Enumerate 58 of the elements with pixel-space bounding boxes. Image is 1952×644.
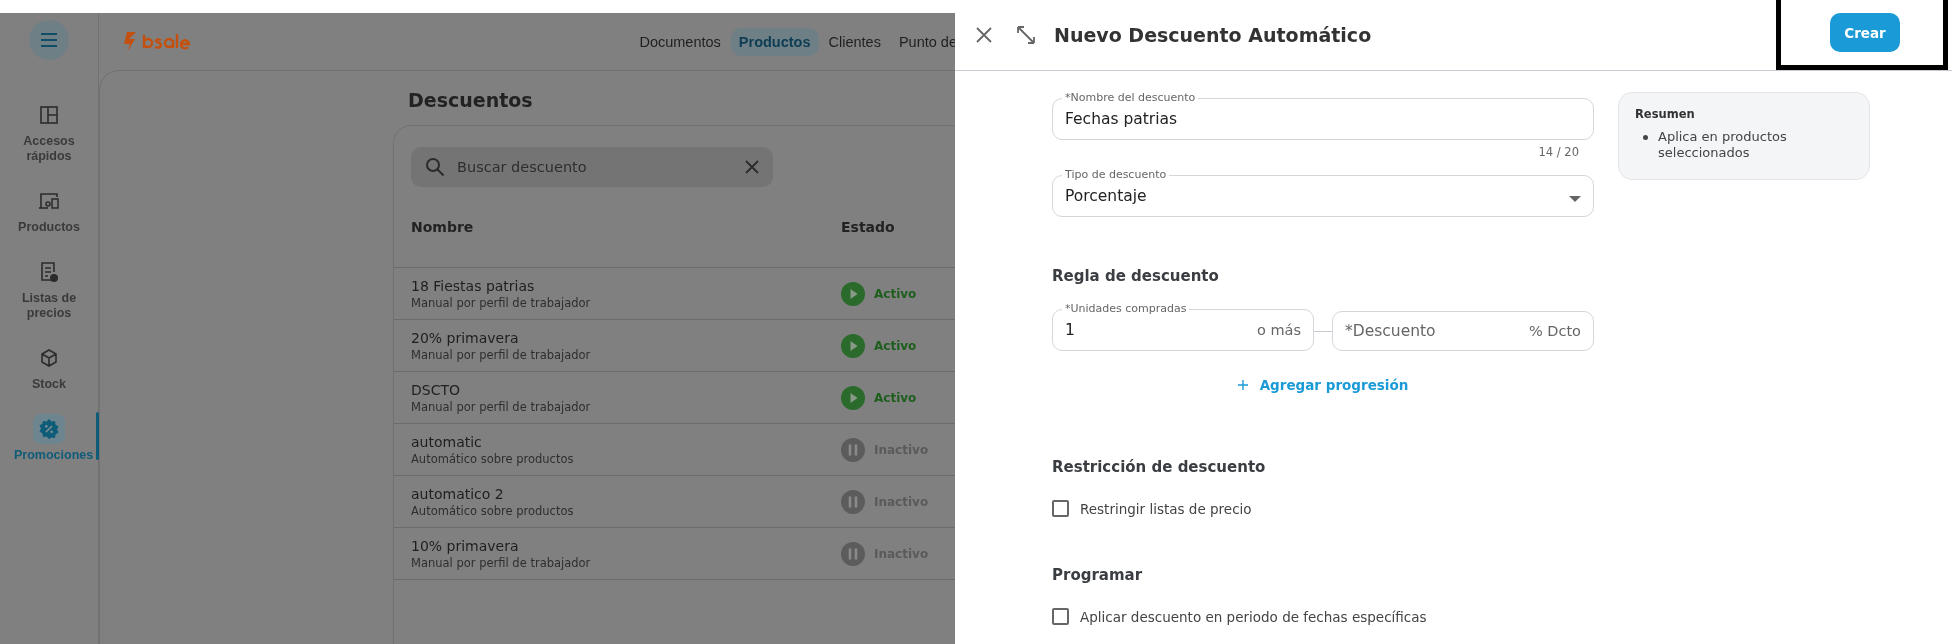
price-list-icon xyxy=(39,261,59,283)
bullet-icon xyxy=(1643,135,1648,140)
add-progression-link[interactable]: Agregar progresión xyxy=(1233,373,1413,397)
logo-icon xyxy=(121,30,191,53)
discount-name: automatico 2 xyxy=(411,485,505,502)
status-label: Activo xyxy=(874,390,917,405)
section-title: Regla de descuento xyxy=(1052,267,1220,285)
box-icon xyxy=(39,348,59,368)
discount-badge-icon xyxy=(38,418,60,440)
close-icon[interactable] xyxy=(976,27,992,43)
plus-icon xyxy=(1237,380,1248,390)
layout-icon xyxy=(39,105,59,125)
discount-type: Manual por perfil de trabajador xyxy=(411,555,592,570)
search-field[interactable]: Buscar descuento xyxy=(411,147,773,187)
devices-icon xyxy=(38,191,60,211)
sidebar-item[interactable]: Listas de precios xyxy=(2,257,96,321)
sidebar-item[interactable]: Promociones xyxy=(2,414,96,463)
search-icon xyxy=(425,157,445,177)
menu-icon xyxy=(40,33,58,47)
page-title: Descuentos xyxy=(408,88,534,113)
expand-icon[interactable] xyxy=(1016,25,1036,45)
sidebar-item[interactable]: Stock xyxy=(2,343,96,392)
input-field[interactable]: *Nombre del descuento Fechas patrias xyxy=(1052,92,1594,140)
discount-type: Automático sobre productos xyxy=(411,451,575,466)
character-counter: 14 / 20 xyxy=(1537,145,1580,159)
summary-title: Resumen xyxy=(1635,107,1696,121)
select-field[interactable]: Tipo de descuento Porcentaje xyxy=(1052,169,1594,217)
checkbox-label: Restringir listas de precio xyxy=(1080,500,1252,517)
input-field[interactable]: *Descuento % Dcto xyxy=(1332,311,1594,351)
discount-type: Manual por perfil de trabajador xyxy=(411,399,592,414)
discount-type: Manual por perfil de trabajador xyxy=(411,347,592,362)
nav-tab[interactable]: Clientes xyxy=(820,27,889,56)
column-header: Nombre xyxy=(410,219,475,235)
status-label: Activo xyxy=(874,286,917,301)
clear-icon[interactable] xyxy=(745,160,759,174)
discount-name: 18 Fiestas patrias xyxy=(411,277,536,294)
discount-name: automatic xyxy=(411,433,483,450)
sidebar-item[interactable]: Accesos rápidos xyxy=(2,100,96,164)
sidebar-item[interactable]: Productos xyxy=(2,186,96,235)
checkbox-label: Aplicar descuento en periodo de fechas específicas xyxy=(1080,608,1427,625)
checkbox[interactable] xyxy=(1052,608,1069,625)
summary-item: Aplica en productos seleccionados xyxy=(1658,129,1788,161)
create-button[interactable]: Crear xyxy=(1830,13,1900,52)
input-field[interactable]: *Unidades compradas 1 o más xyxy=(1052,303,1314,351)
section-title: Restricción de descuento xyxy=(1052,458,1267,476)
section-title: Programar xyxy=(1052,566,1144,584)
discount-type: Manual por perfil de trabajador xyxy=(411,295,592,310)
checkbox[interactable] xyxy=(1052,500,1069,517)
column-header: Estado xyxy=(841,219,895,235)
nav-tab[interactable]: Productos xyxy=(730,27,819,56)
discount-name: 20% primavera xyxy=(411,329,520,346)
caret-icon xyxy=(1569,195,1581,202)
discount-type: Automático sobre productos xyxy=(411,503,575,518)
status-label: Activo xyxy=(874,338,917,353)
nav-tab[interactable]: Documentos xyxy=(631,27,729,56)
drawer-title: Nuevo Descuento Automático xyxy=(1054,24,1372,46)
discount-name: 10% primavera xyxy=(411,537,520,554)
discount-name: DSCTO xyxy=(411,381,461,398)
